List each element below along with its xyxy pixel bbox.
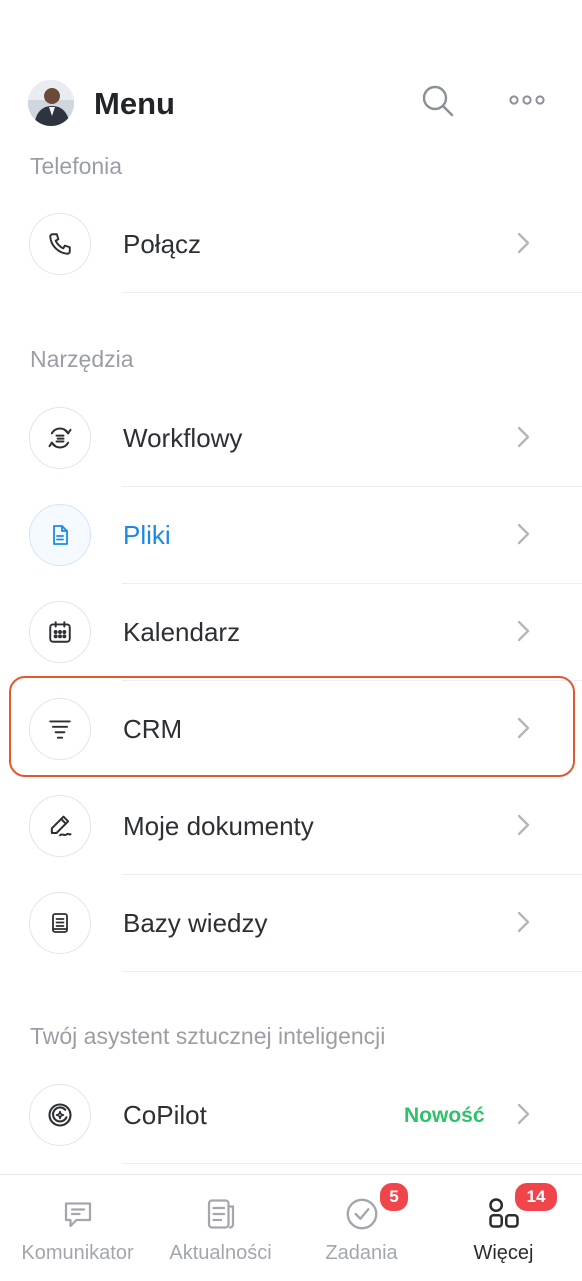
calendar-icon xyxy=(29,601,91,663)
avatar[interactable] xyxy=(28,80,74,126)
check-circle-icon xyxy=(343,1195,381,1238)
menu-item-copilot[interactable]: CoPilot Nowość xyxy=(0,1067,582,1164)
phone-icon xyxy=(29,213,91,275)
tab-label: Zadania xyxy=(325,1242,398,1264)
tab-label: Komunikator xyxy=(21,1242,134,1264)
menu-item-label: Moje dokumenty xyxy=(123,811,314,841)
divider xyxy=(122,292,582,293)
divider xyxy=(122,971,582,972)
section-label-telefonia: Telefonia xyxy=(30,153,123,179)
more-horizontal-icon[interactable] xyxy=(509,92,545,113)
menu-item-label: Kalendarz xyxy=(123,617,241,647)
chevron-right-icon xyxy=(512,424,534,455)
chevron-right-icon xyxy=(512,618,534,649)
new-badge: Nowość xyxy=(404,1104,485,1127)
chevron-right-icon xyxy=(512,521,534,552)
file-icon xyxy=(29,504,91,566)
section-label-narzedzia: Narzędzia xyxy=(30,346,134,372)
menu-item-kalendarz[interactable]: Kalendarz xyxy=(0,584,582,681)
tab-aktualnosci[interactable]: Aktualności xyxy=(148,1175,293,1281)
tasks-count-badge: 5 xyxy=(378,1181,410,1213)
menu-header: Menu xyxy=(0,70,582,138)
menu-item-workflowy[interactable]: Workflowy xyxy=(0,390,582,487)
news-icon xyxy=(203,1195,239,1238)
menu-item-polacz[interactable]: Połącz xyxy=(0,196,582,293)
search-icon[interactable] xyxy=(421,84,455,123)
tab-label: Więcej xyxy=(473,1242,534,1264)
menu-item-label: Połącz xyxy=(123,229,202,259)
copilot-icon xyxy=(29,1084,91,1146)
menu-item-moje-dokumenty[interactable]: Moje dokumenty xyxy=(0,778,582,875)
chat-icon xyxy=(60,1195,96,1238)
section-label-ai-assistant: Twój asystent sztucznej inteligencji xyxy=(30,1023,386,1049)
chevron-right-icon xyxy=(512,1101,534,1132)
bottom-tab-bar: Komunikator Aktualności 5 Zadania 14 Wię… xyxy=(0,1174,582,1281)
tab-zadania[interactable]: 5 Zadania xyxy=(289,1175,434,1281)
divider xyxy=(122,1163,582,1164)
chevron-right-icon xyxy=(512,909,534,940)
menu-item-label: Bazy wiedzy xyxy=(123,908,268,938)
menu-item-label: CoPilot xyxy=(123,1100,207,1130)
menu-item-label: Workflowy xyxy=(123,423,243,453)
menu-item-label: Pliki xyxy=(123,520,171,550)
tab-wiecej[interactable]: 14 Więcej xyxy=(431,1175,576,1281)
workflow-icon xyxy=(29,407,91,469)
chevron-right-icon xyxy=(512,812,534,843)
chevron-right-icon xyxy=(512,230,534,261)
pen-signature-icon xyxy=(29,795,91,857)
tab-komunikator[interactable]: Komunikator xyxy=(5,1175,150,1281)
menu-item-bazy-wiedzy[interactable]: Bazy wiedzy xyxy=(0,875,582,972)
tab-label: Aktualności xyxy=(169,1242,272,1264)
page-title: Menu xyxy=(94,86,175,121)
menu-item-pliki[interactable]: Pliki xyxy=(0,487,582,584)
more-count-badge: 14 xyxy=(513,1181,559,1213)
crm-highlight-frame xyxy=(9,676,575,777)
book-icon xyxy=(29,892,91,954)
